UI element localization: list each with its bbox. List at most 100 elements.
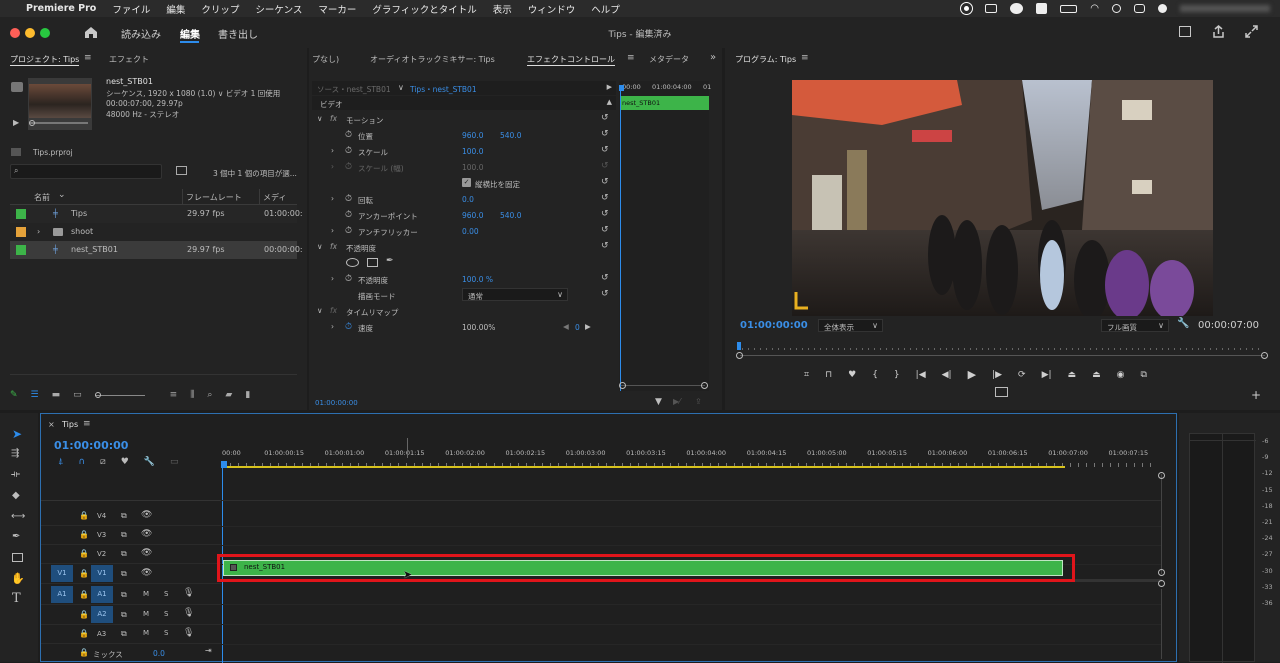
scrubber-playhead[interactable] bbox=[737, 342, 741, 350]
automate-icon[interactable]: ⫼ bbox=[190, 390, 194, 400]
wifi-icon[interactable]: ◠ bbox=[1090, 3, 1099, 14]
filter-icon[interactable]: ▼ bbox=[655, 397, 662, 407]
linked-select-icon[interactable]: ⧄ bbox=[100, 457, 106, 467]
freeform-view-icon[interactable]: ▭ bbox=[73, 390, 82, 400]
quality-select[interactable]: フル画質 ∨ bbox=[1101, 319, 1169, 332]
expand-chevron-icon[interactable]: › bbox=[331, 162, 334, 171]
anchor-x-value[interactable]: 960.0 bbox=[462, 211, 483, 220]
input-source-icon[interactable] bbox=[1036, 3, 1048, 14]
ruler-icon[interactable]: ⊓ bbox=[825, 370, 832, 380]
snap-icon[interactable]: ∩ bbox=[78, 457, 85, 467]
ripple-edit-tool-icon[interactable]: ⟛ bbox=[11, 469, 20, 480]
reset-icon[interactable]: ↺ bbox=[601, 273, 609, 283]
project-row[interactable]: ╪ Tips 29.97 fps 01:00:00: bbox=[10, 205, 303, 223]
panel-menu-icon[interactable]: ≡ bbox=[84, 53, 92, 63]
lift-icon[interactable]: ⏏ bbox=[1068, 370, 1077, 380]
menu-view[interactable]: 表示 bbox=[485, 2, 520, 16]
pencil-icon[interactable]: ✎ bbox=[10, 390, 18, 400]
playhead-head[interactable] bbox=[221, 461, 227, 468]
new-bin-icon[interactable]: ▰ bbox=[225, 390, 232, 400]
lock-icon[interactable]: 🔒 bbox=[79, 569, 89, 578]
prev-keyframe-icon[interactable]: ◀ bbox=[563, 322, 569, 331]
panel-menu-icon[interactable]: ≡ bbox=[627, 53, 635, 63]
menu-sequence[interactable]: シーケンス bbox=[247, 2, 310, 16]
expand-chevron-icon[interactable]: › bbox=[331, 322, 334, 331]
effect-mini-timeline[interactable]: 00:00 01:00:04:00 01 nest_STB01 bbox=[619, 81, 711, 391]
track-target-a1[interactable]: A1 bbox=[91, 586, 113, 603]
tab-effect-controls[interactable]: エフェクトコントロール bbox=[527, 54, 615, 66]
scroll-handle-top[interactable] bbox=[1158, 472, 1165, 479]
expand-chevron-icon[interactable]: › bbox=[331, 194, 334, 203]
mix-value[interactable]: 0.0 bbox=[153, 649, 165, 658]
add-button-icon[interactable]: + bbox=[1251, 388, 1261, 402]
search-icon[interactable] bbox=[1112, 4, 1121, 13]
tab-source-monitor[interactable]: プなし) bbox=[312, 54, 339, 65]
close-tab-icon[interactable]: × bbox=[48, 420, 55, 429]
mute-button[interactable]: M bbox=[143, 590, 149, 598]
stopwatch-icon[interactable]: ⏱ bbox=[345, 130, 352, 140]
label-color-swatch[interactable] bbox=[16, 245, 26, 255]
add-marker-icon[interactable]: ♥ bbox=[848, 370, 856, 380]
eye-icon[interactable]: 👁 bbox=[141, 568, 152, 578]
stopwatch-icon[interactable]: ⏱ bbox=[345, 194, 352, 204]
antiflicker-value[interactable]: 0.00 bbox=[462, 227, 479, 236]
label-color-swatch[interactable] bbox=[16, 209, 26, 219]
chevron-down-icon[interactable]: ∨ bbox=[317, 242, 323, 251]
cc-icon[interactable] bbox=[1010, 3, 1024, 14]
captions-icon[interactable]: ▭ bbox=[170, 457, 179, 467]
nest-icon[interactable]: ⍋ bbox=[58, 457, 63, 467]
stopwatch-icon[interactable]: ⏱ bbox=[345, 226, 352, 236]
zoom-select[interactable]: 全体表示 ∨ bbox=[818, 319, 883, 332]
type-tool-icon[interactable]: T bbox=[12, 591, 21, 606]
export-frame-icon[interactable]: ◉ bbox=[1117, 370, 1125, 380]
scroll-handle-mid[interactable] bbox=[1158, 569, 1165, 576]
expand-chevron-icon[interactable]: › bbox=[331, 146, 334, 155]
zoom-slider[interactable] bbox=[94, 391, 145, 398]
sort-icon[interactable]: ≡ bbox=[170, 390, 178, 400]
new-bin-from-search-icon[interactable] bbox=[176, 166, 187, 175]
project-search-input[interactable]: ⌕ bbox=[10, 164, 162, 179]
sync-lock-icon[interactable]: ⧉ bbox=[121, 610, 127, 620]
stopwatch-icon[interactable]: ⏱ bbox=[345, 210, 352, 220]
wrench-icon[interactable]: 🔧 bbox=[1177, 318, 1189, 329]
go-to-mix-icon[interactable]: ⇥ bbox=[205, 646, 212, 655]
chevron-down-icon[interactable]: ∨ bbox=[317, 114, 323, 123]
source-patch-a1[interactable]: A1 bbox=[51, 586, 73, 603]
work-area-bar[interactable] bbox=[222, 466, 1065, 468]
mark-in-out-icon[interactable]: ⌗ bbox=[804, 370, 809, 380]
panel-menu-icon[interactable]: ≡ bbox=[83, 419, 91, 429]
safe-margins-icon[interactable] bbox=[995, 387, 1008, 397]
microphone-icon[interactable]: 🎙 bbox=[183, 628, 194, 638]
add-marker-icon[interactable]: ♥ bbox=[121, 457, 129, 467]
scroll-handle-audio[interactable] bbox=[1158, 580, 1165, 587]
overflow-chevron-icon[interactable]: » bbox=[710, 52, 716, 63]
play-icon[interactable]: ▶ bbox=[968, 368, 976, 381]
eye-icon[interactable]: 👁 bbox=[141, 548, 152, 558]
reset-icon[interactable]: ↺ bbox=[601, 193, 609, 203]
eye-icon[interactable]: 👁 bbox=[141, 529, 152, 539]
tab-program[interactable]: プログラム: Tips bbox=[735, 54, 796, 65]
play-thumb-icon[interactable]: ▶ bbox=[13, 118, 19, 127]
menu-edit[interactable]: 編集 bbox=[158, 2, 193, 16]
fullscreen-icon[interactable] bbox=[1245, 25, 1258, 38]
selection-tool-icon[interactable]: ➤ bbox=[12, 427, 22, 441]
icon-view-icon[interactable]: ▬ bbox=[52, 390, 61, 400]
reset-icon[interactable]: ↺ bbox=[601, 113, 609, 123]
user-icon[interactable] bbox=[1158, 4, 1167, 13]
anchor-y-value[interactable]: 540.0 bbox=[500, 211, 521, 220]
source-patch-v1[interactable]: V1 bbox=[51, 565, 73, 582]
hand-tool-icon[interactable]: ✋ bbox=[11, 572, 25, 585]
mini-clip-bar[interactable]: nest_STB01 bbox=[620, 96, 709, 110]
mark-in-icon[interactable]: { bbox=[872, 370, 878, 380]
menu-clip[interactable]: クリップ bbox=[193, 2, 247, 16]
lock-icon[interactable]: 🔒 bbox=[79, 590, 89, 599]
reset-icon[interactable]: ↺ bbox=[601, 225, 609, 235]
microphone-icon[interactable]: 🎙 bbox=[183, 608, 194, 618]
opacity-value[interactable]: 100.0 % bbox=[462, 275, 493, 284]
play-only-audio-icon[interactable]: ▶ bbox=[607, 83, 612, 91]
record-icon[interactable] bbox=[960, 2, 974, 15]
track-target-v1[interactable]: V1 bbox=[91, 565, 113, 582]
loop-icon[interactable]: ⟳ bbox=[1018, 370, 1026, 380]
col-name[interactable]: 名前 bbox=[34, 192, 50, 203]
mini-playhead[interactable] bbox=[620, 89, 621, 391]
